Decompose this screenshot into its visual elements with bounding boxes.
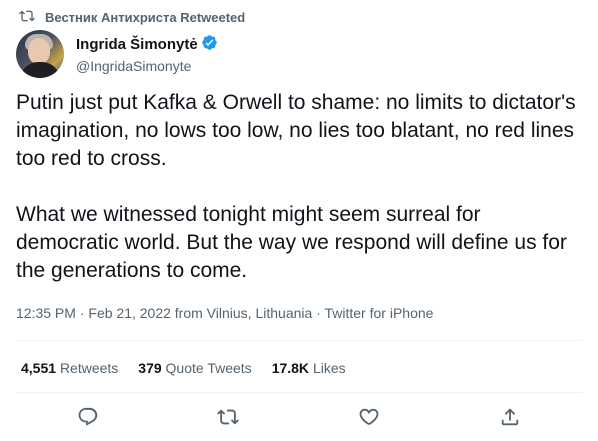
tweet-source[interactable]: Twitter for iPhone: [324, 305, 433, 321]
tweet-meta: 12:35 PM · Feb 21, 2022 from Vilnius, Li…: [16, 305, 433, 321]
retweet-context-label: Вестник Антихриста Retweeted: [45, 9, 246, 25]
author-display-name[interactable]: Ingrida Šimonytė: [76, 36, 198, 53]
tweet-time[interactable]: 12:35 PM: [16, 305, 76, 321]
tweet-stats: 4,551 Retweets 379 Quote Tweets 17.8K Li…: [21, 358, 346, 378]
tweet-actions: [0, 402, 598, 432]
quote-tweets-stat[interactable]: 379 Quote Tweets: [138, 360, 251, 376]
tweet-author: Ingrida Šimonytė @IngridaSimonyte: [16, 30, 218, 78]
divider: [16, 340, 582, 341]
reply-icon[interactable]: [77, 406, 99, 428]
tweet-text: Putin just put Kafka & Orwell to shame: …: [16, 91, 576, 282]
verified-badge-icon: [201, 34, 218, 55]
retweet-context[interactable]: Вестник Антихриста Retweeted: [19, 8, 245, 26]
retweets-stat[interactable]: 4,551 Retweets: [21, 360, 118, 376]
divider: [16, 392, 582, 393]
avatar[interactable]: [16, 30, 64, 78]
like-icon[interactable]: [358, 406, 380, 428]
tweet-location[interactable]: from Vilnius, Lithuania: [175, 305, 312, 321]
retweet-button-icon[interactable]: [217, 406, 239, 428]
retweet-icon: [19, 8, 35, 27]
share-icon[interactable]: [499, 406, 521, 428]
likes-stat[interactable]: 17.8K Likes: [272, 360, 346, 376]
author-handle[interactable]: @IngridaSimonyte: [76, 58, 218, 74]
tweet-date[interactable]: Feb 21, 2022: [88, 305, 171, 321]
